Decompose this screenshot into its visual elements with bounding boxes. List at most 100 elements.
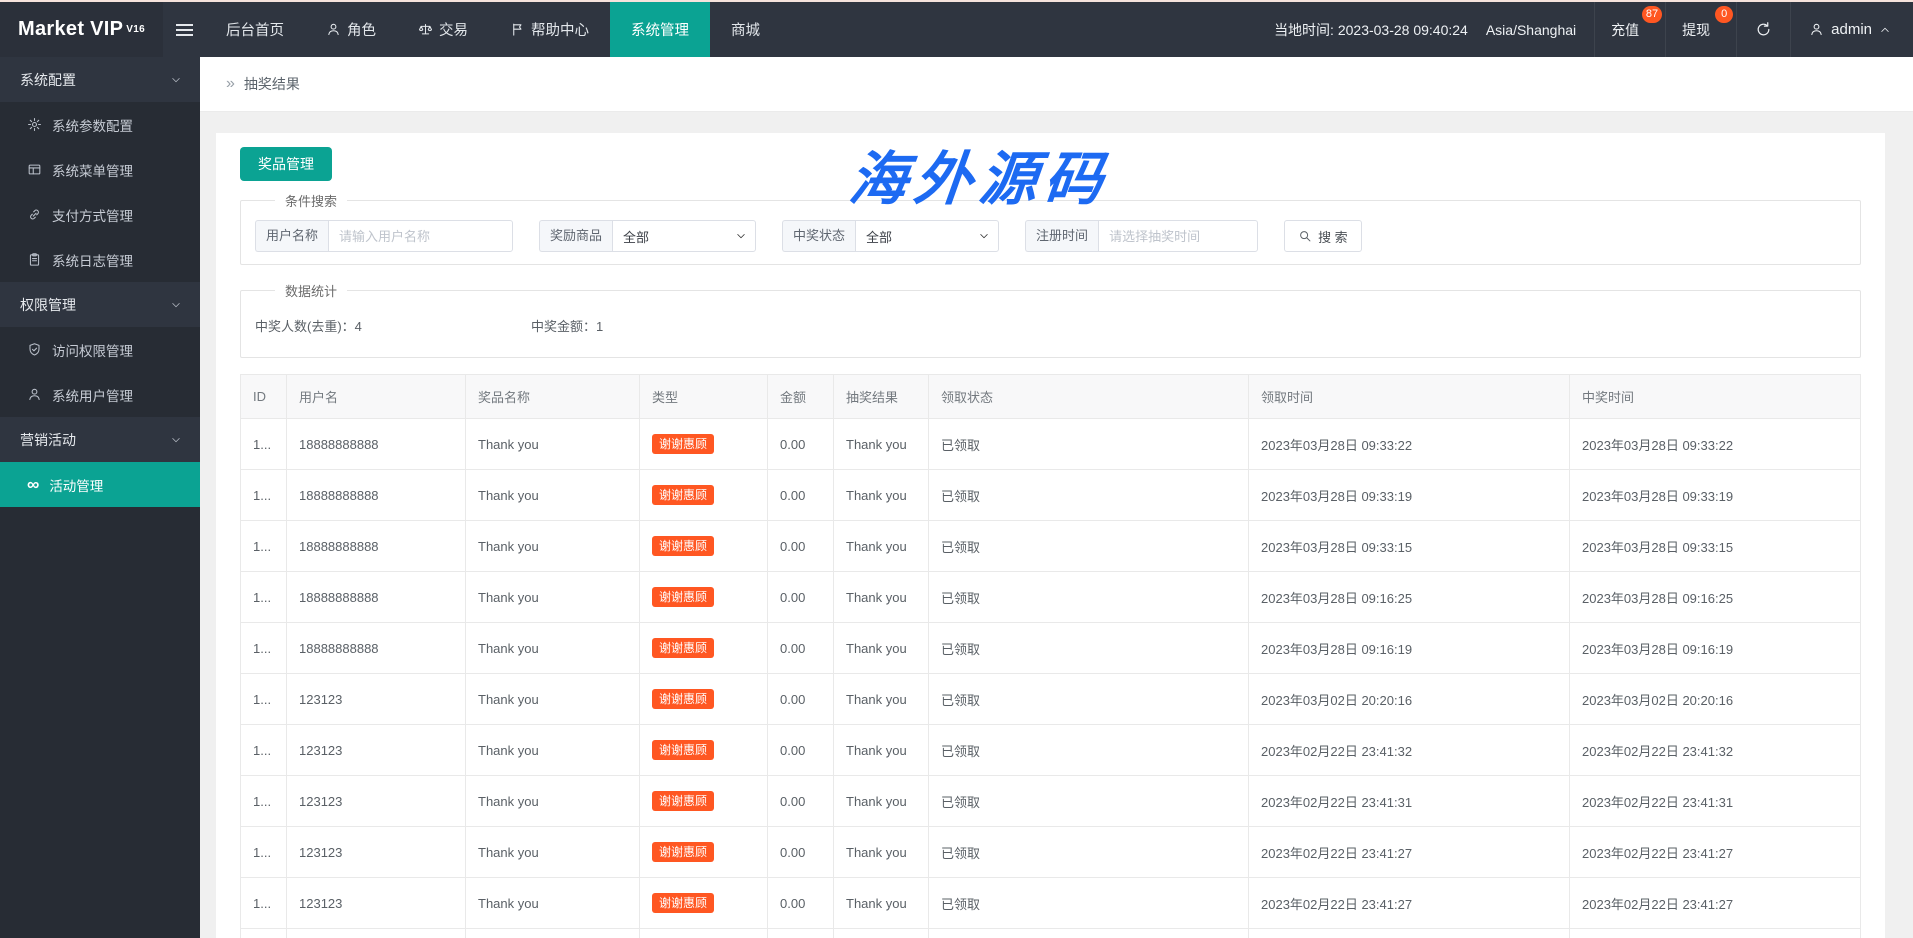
column-header: 抽奖结果: [833, 374, 929, 419]
group-marketing[interactable]: 营销活动: [0, 417, 200, 462]
cell-win-time: 2023年03月28日 09:16:19: [1569, 622, 1861, 674]
menu-system-logs[interactable]: 系统日志管理: [0, 237, 200, 282]
stats-row: 中奖人数(去重)：4 中奖金额：1: [255, 310, 1846, 345]
cell-result: Thank you: [833, 826, 929, 878]
nav-help-center[interactable]: 帮助中心: [489, 2, 610, 57]
menu-access-permission[interactable]: 访问权限管理: [0, 327, 200, 372]
user-icon: [1809, 22, 1824, 37]
cell-username: 123123: [286, 673, 466, 725]
timezone: Asia/Shanghai: [1485, 21, 1577, 38]
nav-trade-label: 交易: [439, 23, 468, 39]
top-navbar: Market VIP V16 后台首页 角色 交易 帮助中心 系统管理 商城 当地时间: …: [0, 2, 1913, 57]
cell-claim-time: 2023年03月28日 09:16:25: [1248, 571, 1570, 623]
user-name-input[interactable]: [328, 220, 514, 252]
cell-result: Thank you: [833, 877, 929, 929]
recharge-link[interactable]: 充值 87: [1594, 2, 1665, 57]
win-status-select[interactable]: 全部: [855, 220, 1000, 252]
group-permission-manage[interactable]: 权限管理: [0, 282, 200, 327]
chevron-up-icon: [1879, 24, 1891, 36]
cell-claim-time: 2023年02月22日 23:41:24: [1248, 928, 1570, 938]
cell-prize: Thank you: [465, 826, 640, 878]
stats-panel: 数据统计 中奖人数(去重)：4 中奖金额：1: [240, 281, 1861, 358]
group-permission-manage-label: 权限管理: [20, 296, 76, 313]
cell-type: 谢谢惠顾: [639, 826, 768, 878]
chevron-down-icon: [735, 230, 747, 242]
user-menu[interactable]: admin: [1790, 2, 1913, 57]
breadcrumb-icon: »: [226, 75, 235, 92]
brand-text: Market VIP: [18, 18, 124, 40]
app-frame: 系统配置系统参数配置系统菜单管理 支付方式管理 系统日志管理权限管理访问权限管理 系统…: [0, 57, 1913, 938]
menu-payment-methods[interactable]: 支付方式管理: [0, 192, 200, 237]
type-tag: 谢谢惠顾: [652, 842, 715, 862]
cell-type: 谢谢惠顾: [639, 928, 768, 938]
column-header: 类型: [639, 374, 768, 419]
register-time-input[interactable]: [1098, 220, 1259, 252]
cell-type: 谢谢惠顾: [639, 469, 768, 521]
hamburger-icon: [175, 23, 193, 36]
prize-manage-button[interactable]: 奖品管理: [240, 147, 332, 181]
withdraw-link[interactable]: 提现 0: [1665, 2, 1736, 57]
flag-icon: [510, 22, 525, 37]
search-icon: [1298, 229, 1312, 243]
cell-username: 123123: [286, 775, 466, 827]
cell-amount: 0.00: [767, 826, 834, 878]
brand-logo: Market VIP V16: [0, 2, 163, 57]
refresh-button[interactable]: [1736, 2, 1790, 57]
cell-claim-status: 已领取: [928, 418, 1249, 470]
cell-win-time: 2023年03月28日 09:33:22: [1569, 418, 1861, 470]
type-tag: 谢谢惠顾: [652, 740, 715, 760]
sidebar-toggle[interactable]: [163, 2, 205, 57]
nav-trade[interactable]: 交易: [397, 2, 489, 57]
win-status-group: 中奖状态 全部: [782, 220, 1000, 252]
cell-claim-status: 已领取: [928, 928, 1249, 938]
cell-claim-time: 2023年03月28日 09:33:19: [1248, 469, 1570, 521]
cell-type: 谢谢惠顾: [639, 622, 768, 674]
nav-mall[interactable]: 商城: [710, 2, 781, 57]
cell-claim-time: 2023年02月22日 23:41:31: [1248, 775, 1570, 827]
menu-system-menus[interactable]: 系统菜单管理: [0, 147, 200, 192]
cell-prize: Thank you: [465, 928, 640, 938]
cell-win-time: 2023年02月22日 23:41:32: [1569, 724, 1861, 776]
recharge-label: 充值: [1611, 21, 1640, 38]
menu-activity-manage[interactable]: ∞ 活动管理: [0, 462, 200, 507]
cell-username: 18888888888: [286, 418, 466, 470]
table-row: 1... 18888888888 Thank you 谢谢惠顾 0.00 Thank yo…: [240, 571, 1861, 623]
cell-result: Thank you: [833, 775, 929, 827]
nav-roles[interactable]: 角色: [305, 2, 397, 57]
cell-win-time: 2023年02月22日 23:41:24: [1569, 928, 1861, 938]
cell-id: 1...: [240, 520, 287, 572]
nav-system-manage[interactable]: 系统管理: [610, 2, 710, 57]
user-name-label: 用户名称: [255, 220, 329, 252]
cell-claim-time: 2023年03月28日 09:33:15: [1248, 520, 1570, 572]
user-icon: [27, 387, 42, 402]
nav-home[interactable]: 后台首页: [205, 2, 305, 57]
menu-system-params[interactable]: 系统参数配置: [0, 102, 200, 147]
group-system-config-label: 系统配置: [20, 71, 76, 88]
cell-claim-time: 2023年03月02日 20:20:16: [1248, 673, 1570, 725]
cell-amount: 0.00: [767, 520, 834, 572]
cell-result: Thank you: [833, 622, 929, 674]
column-header: 中奖时间: [1569, 374, 1861, 419]
breadcrumb: » 抽奖结果: [200, 57, 1913, 112]
cell-id: 1...: [240, 928, 287, 938]
menu-system-users[interactable]: 系统用户管理: [0, 372, 200, 417]
cell-type: 谢谢惠顾: [639, 418, 768, 470]
cell-amount: 0.00: [767, 469, 834, 521]
cell-id: 1...: [240, 571, 287, 623]
cell-claim-status: 已领取: [928, 877, 1249, 929]
menu-system-params-label: 系统参数配置: [52, 118, 133, 134]
column-header: ID: [240, 374, 287, 419]
nav-system-manage-label: 系统管理: [631, 23, 689, 39]
cell-claim-status: 已领取: [928, 724, 1249, 776]
reward-product-select[interactable]: 全部: [612, 220, 757, 252]
cell-win-time: 2023年03月02日 20:20:16: [1569, 673, 1861, 725]
cell-prize: Thank you: [465, 571, 640, 623]
group-system-config[interactable]: 系统配置: [0, 57, 200, 102]
table-header-row: ID 用户名 奖品名称 类型 金额 抽奖结果 领取状态 领取时间 中奖时间: [240, 374, 1861, 419]
cell-claim-status: 已领取: [928, 622, 1249, 674]
search-button[interactable]: 搜 索: [1284, 220, 1362, 252]
column-header: 用户名: [286, 374, 466, 419]
cell-type: 谢谢惠顾: [639, 673, 768, 725]
cell-result: Thank you: [833, 571, 929, 623]
search-form: 用户名称奖励商品全部中奖状态全部注册时间搜 索: [255, 220, 1846, 252]
